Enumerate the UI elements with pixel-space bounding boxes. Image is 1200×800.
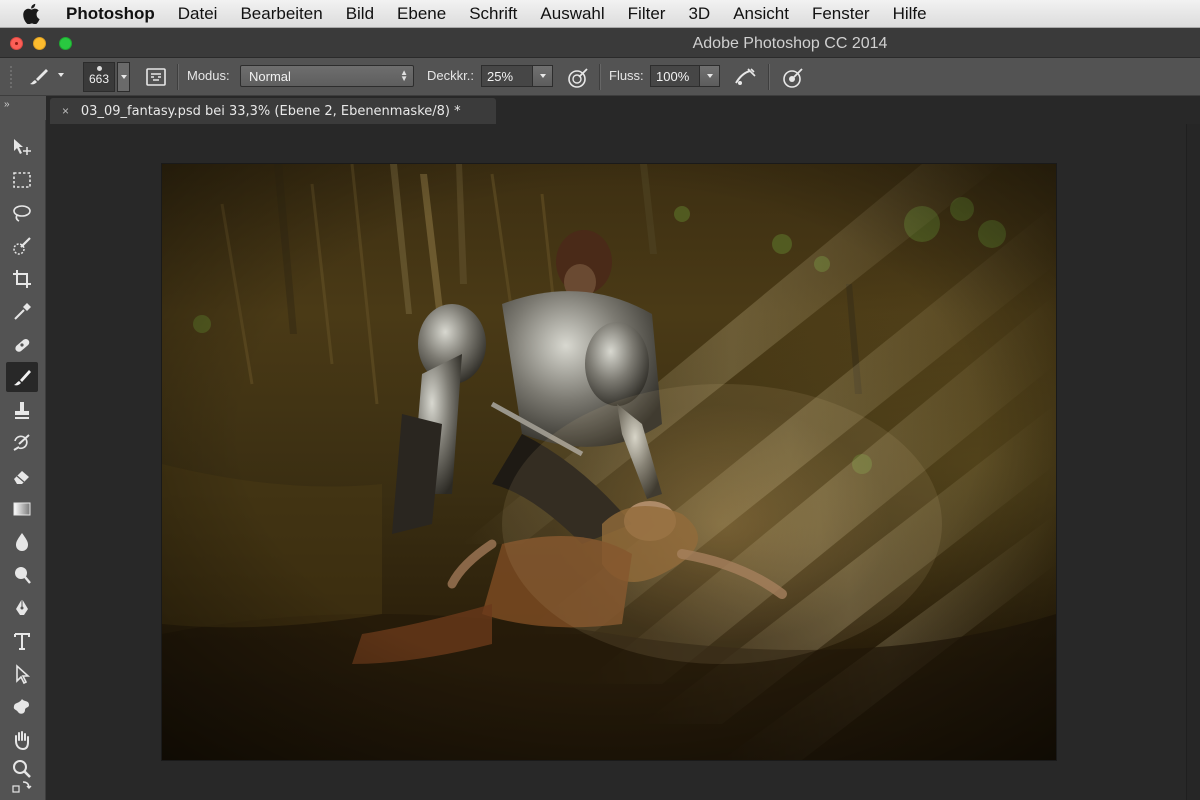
select-arrows-icon: ▲ ▼ <box>400 68 408 83</box>
menu-datei[interactable]: Datei <box>178 4 218 24</box>
scroll-thumb[interactable] <box>1189 124 1199 138</box>
flow-dropdown[interactable] <box>699 65 720 87</box>
menu-ansicht[interactable]: Ansicht <box>733 4 789 24</box>
brush-size-dropdown[interactable] <box>117 62 130 92</box>
tools-panel <box>0 120 46 800</box>
menu-bild[interactable]: Bild <box>346 4 374 24</box>
menu-app-name[interactable]: Photoshop <box>66 4 155 24</box>
vertical-scrollbar[interactable] <box>1186 124 1200 800</box>
document-canvas[interactable] <box>162 164 1056 760</box>
options-bar: 663 Modus: Normal ▲ ▼ Deckkr.: 25% Fluss:… <box>0 58 1200 96</box>
flow-label: Fluss: <box>609 68 644 83</box>
brush-tool-icon[interactable] <box>6 362 38 392</box>
crop-tool-icon[interactable] <box>6 264 38 294</box>
close-tab-icon[interactable]: × <box>62 104 69 118</box>
brush-panel-toggle-icon[interactable] <box>145 66 167 91</box>
options-bar-grip[interactable] <box>10 66 12 88</box>
dodge-tool-icon[interactable] <box>6 560 38 590</box>
path-selection-tool-icon[interactable] <box>6 659 38 689</box>
custom-shape-tool-icon[interactable] <box>6 692 38 722</box>
marquee-tool-icon[interactable] <box>6 165 38 195</box>
pressure-size-icon[interactable] <box>780 65 806 94</box>
canvas-artwork <box>162 164 1056 760</box>
pen-tool-icon[interactable] <box>6 593 38 623</box>
collapse-chevrons-icon: » <box>4 99 10 110</box>
pressure-opacity-icon[interactable] <box>565 65 591 94</box>
opacity-value: 25% <box>487 69 514 84</box>
flow-value: 100% <box>656 69 690 84</box>
menu-auswahl[interactable]: Auswahl <box>540 4 604 24</box>
menu-bearbeiten[interactable]: Bearbeiten <box>240 4 322 24</box>
eyedropper-tool-icon[interactable] <box>6 297 38 327</box>
type-tool-icon[interactable] <box>6 626 38 656</box>
lasso-tool-icon[interactable] <box>6 198 38 228</box>
opacity-input[interactable]: 25% <box>481 65 533 87</box>
eraser-tool-icon[interactable] <box>6 461 38 491</box>
tool-preset-brush-icon[interactable] <box>26 65 52 92</box>
menu-ebene[interactable]: Ebene <box>397 4 446 24</box>
menu-hilfe[interactable]: Hilfe <box>893 4 927 24</box>
opacity-dropdown[interactable] <box>532 65 553 87</box>
flow-input[interactable]: 100% <box>650 65 700 87</box>
brush-tip-preview <box>96 66 102 71</box>
blend-mode-select[interactable]: Normal ▲ ▼ <box>240 65 414 87</box>
window-title: Adobe Photoshop CC 2014 <box>692 35 888 52</box>
color-swap-icon[interactable] <box>6 778 38 800</box>
tools-collapse-button[interactable]: » <box>0 96 46 120</box>
clone-stamp-tool-icon[interactable] <box>6 395 38 425</box>
mode-label: Modus: <box>187 68 230 83</box>
blur-tool-icon[interactable] <box>6 527 38 557</box>
opacity-label: Deckkr.: <box>427 68 474 83</box>
menu-3d[interactable]: 3D <box>688 4 710 24</box>
hand-tool-icon[interactable] <box>6 725 38 755</box>
document-tab-title: 03_09_fantasy.psd bei 33,3% (Ebene 2, Eb… <box>80 104 461 119</box>
menu-fenster[interactable]: Fenster <box>812 4 870 24</box>
apple-logo-icon[interactable] <box>22 3 42 25</box>
window-title-bar: Adobe Photoshop CC 2014 <box>0 28 1200 58</box>
healing-brush-tool-icon[interactable] <box>6 330 38 360</box>
blend-mode-value: Normal <box>249 69 291 84</box>
move-tool-icon[interactable] <box>6 132 38 162</box>
menu-filter[interactable]: Filter <box>628 4 666 24</box>
quick-selection-tool-icon[interactable] <box>6 231 38 261</box>
history-brush-tool-icon[interactable] <box>6 428 38 458</box>
brush-size-value: 663 <box>88 72 110 86</box>
tool-preset-dropdown[interactable] <box>58 73 64 77</box>
document-tab[interactable]: × 03_09_fantasy.psd bei 33,3% (Ebene 2, … <box>50 98 496 124</box>
menu-bar: Photoshop Datei Bearbeiten Bild Ebene Sc… <box>0 0 1200 28</box>
gradient-tool-icon[interactable] <box>6 494 38 524</box>
menu-schrift[interactable]: Schrift <box>469 4 517 24</box>
airbrush-toggle-icon[interactable] <box>732 65 758 94</box>
brush-size-picker[interactable]: 663 <box>83 62 115 92</box>
